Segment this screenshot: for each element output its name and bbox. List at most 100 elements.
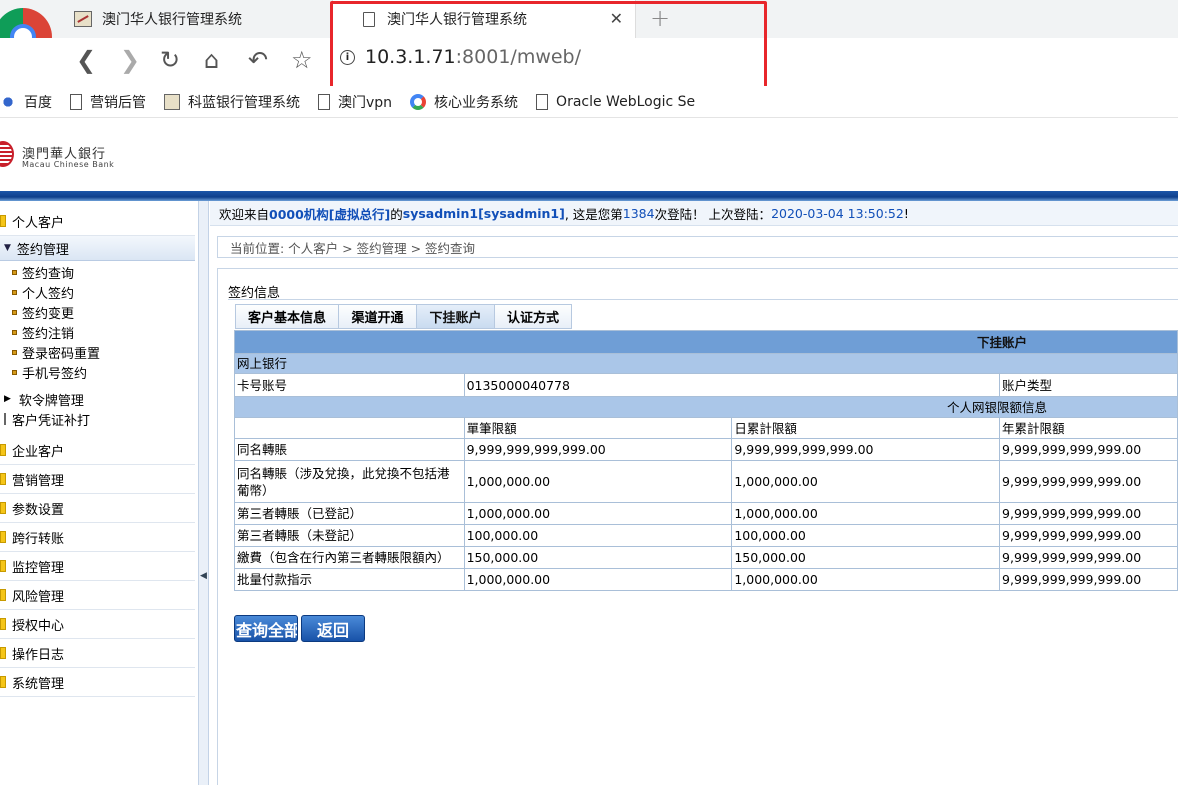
folder-icon xyxy=(0,676,6,688)
welcome-bar: 欢迎来自 0000机构[虚拟总行] 的 sysadmin1[sysadmin1], 这… xyxy=(210,201,1178,226)
sidebar-sub-personal-sign[interactable]: 个人签约 xyxy=(12,282,74,302)
bookmark-marketing[interactable]: 营销后管 xyxy=(70,92,146,112)
reload-icon[interactable]: ↻ xyxy=(160,46,180,74)
row-daily: 1,000,000.00 xyxy=(731,502,1001,525)
page-icon xyxy=(70,93,82,110)
section-row: 网上银行 xyxy=(234,353,1178,374)
folder-icon xyxy=(0,560,6,572)
last-login-time: 2020-03-04 13:50:52 xyxy=(771,205,904,221)
sidebar-item-sign-mgmt[interactable]: ▼ 签约管理 xyxy=(0,236,195,261)
row-single: 9,999,999,999,999.00 xyxy=(463,438,733,461)
sidebar-sub-sign-change[interactable]: 签约变更 xyxy=(12,302,74,322)
sidebar-sub-password-reset[interactable]: 登录密码重置 xyxy=(12,342,100,362)
row-yearly: 9,999,999,999,999.00 xyxy=(999,546,1178,569)
row-name: 繳費（包含在行內第三者轉賬限額內） xyxy=(234,546,465,569)
folder-icon xyxy=(0,589,6,601)
sidebar-item-personal[interactable]: 个人客户 xyxy=(0,207,195,236)
sidebar-item-monitor[interactable]: 监控管理 xyxy=(0,552,195,581)
row-single: 100,000.00 xyxy=(463,524,733,547)
app-header: 澳門華人銀行 Macau Chinese Bank xyxy=(0,119,1178,191)
header-divider xyxy=(0,191,1178,201)
bullet-icon xyxy=(12,289,17,295)
forward-arrow-icon[interactable]: ❯ xyxy=(120,46,140,74)
query-all-button[interactable]: 查询全部 xyxy=(234,615,298,642)
table-header-row: 下挂账户 xyxy=(234,330,1178,354)
sidebar-item-risk[interactable]: 风险管理 xyxy=(0,581,195,610)
row-name: 同名轉賬（涉及兌換，此兌換不包括港葡幣） xyxy=(234,460,465,503)
sidebar-sub-mobile-sign[interactable]: 手机号签约 xyxy=(12,362,87,382)
bookmark-baidu[interactable]: 百度 xyxy=(0,92,52,112)
tab-auth-method[interactable]: 认证方式 xyxy=(494,304,572,329)
col-single-limit: 單筆限額 xyxy=(463,417,733,439)
row-name: 第三者轉賬（已登記） xyxy=(234,502,465,525)
bookmark-core[interactable]: 核心业务系统 xyxy=(410,92,518,112)
row-daily: 1,000,000.00 xyxy=(731,460,1001,503)
sidebar-item-system[interactable]: 系统管理 xyxy=(0,668,195,697)
panel-divider xyxy=(228,299,1178,300)
sidebar-sub-sign-cancel[interactable]: 签约注销 xyxy=(12,322,74,342)
sidebar-item-marketing[interactable]: 营销管理 xyxy=(0,465,195,494)
welcome-org: 0000机构[虚拟总行] xyxy=(269,206,391,222)
row-yearly: 9,999,999,999,999.00 xyxy=(999,438,1178,461)
row-yearly: 9,999,999,999,999.00 xyxy=(999,524,1178,547)
caret-down-icon: ▼ xyxy=(4,243,11,253)
browser-tab-1-title: 澳门华人银行管理系统 xyxy=(102,12,242,28)
folder-icon xyxy=(0,444,6,456)
sidebar-splitter[interactable]: ◀ xyxy=(199,201,209,785)
tab-linked-accounts[interactable]: 下挂账户 xyxy=(416,304,494,329)
sidebar-item-params[interactable]: 参数设置 xyxy=(0,494,195,523)
tree-line-icon xyxy=(4,413,6,425)
row-daily: 9,999,999,999,999.00 xyxy=(731,438,1001,461)
col-daily-limit: 日累計限額 xyxy=(731,417,1001,439)
caret-right-icon: ▶ xyxy=(4,394,11,404)
back-button[interactable]: 返回 xyxy=(301,615,365,642)
star-icon[interactable]: ☆ xyxy=(291,46,313,74)
folder-icon xyxy=(0,647,6,659)
row-yearly: 9,999,999,999,999.00 xyxy=(999,502,1178,525)
collapse-arrow-icon[interactable]: ◀ xyxy=(200,571,207,581)
sidebar-item-interbank[interactable]: 跨行转账 xyxy=(0,523,195,552)
table-row: 第三者轉賬（已登記） 1,000,000.00 1,000,000.00 9,9… xyxy=(234,502,1178,525)
page-icon xyxy=(318,93,330,110)
bullet-icon xyxy=(12,329,17,335)
sidebar-item-auth[interactable]: 授权中心 xyxy=(0,610,195,639)
bookmark-vpn[interactable]: 澳门vpn xyxy=(318,92,392,112)
sidebar-item-enterprise[interactable]: 企业客户 xyxy=(0,436,195,465)
limits-title: 个人网银限额信息 xyxy=(234,396,1178,418)
sidebar-sub-sign-query[interactable]: 签约查询 xyxy=(12,262,74,282)
home-icon[interactable]: ⌂ xyxy=(204,46,219,74)
sidebar: 个人客户 ▼ 签约管理 签约查询 个人签约 签约变更 签约注销 登录密码重置 手机… xyxy=(0,201,199,785)
section-online-banking: 网上银行 xyxy=(234,353,1178,374)
bookmark-weblogic[interactable]: Oracle WebLogic Se xyxy=(536,93,695,110)
sidebar-item-oplog[interactable]: 操作日志 xyxy=(0,639,195,668)
tab-channel-open[interactable]: 渠道开通 xyxy=(338,304,416,329)
back-arrow-icon[interactable]: ❮ xyxy=(76,46,96,74)
sidebar-item-soft-token[interactable]: ▶ 软令牌管理 xyxy=(4,389,84,409)
folder-icon xyxy=(0,215,6,227)
tab-customer-info[interactable]: 客户基本信息 xyxy=(235,304,338,329)
row-daily: 1,000,000.00 xyxy=(731,568,1001,591)
table-row: 卡号账号 0135000040778 账户类型 xyxy=(234,373,1178,397)
table-row: 同名轉賬 9,999,999,999,999.00 9,999,999,999,… xyxy=(234,438,1178,461)
login-count: 1384 xyxy=(622,205,655,221)
row-yearly: 9,999,999,999,999.00 xyxy=(999,460,1178,503)
baidu-icon xyxy=(0,93,16,110)
browser-tab-1[interactable]: 澳门华人银行管理系统 xyxy=(72,0,330,38)
bookmark-kelan[interactable]: 科蓝银行管理系统 xyxy=(164,92,300,112)
sidebar-item-cert-reprint[interactable]: 客户凭证补打 xyxy=(4,409,90,429)
panel-tabs: 客户基本信息 渠道开通 下挂账户 认证方式 xyxy=(235,304,572,329)
row-name: 第三者轉賬（未登記） xyxy=(234,524,465,547)
table-header: 下挂账户 xyxy=(234,330,1178,354)
site-favicon-icon xyxy=(74,11,92,27)
table-row: 繳費（包含在行內第三者轉賬限額內） 150,000.00 150,000.00 … xyxy=(234,546,1178,569)
folder-icon xyxy=(0,473,6,485)
row-daily: 100,000.00 xyxy=(731,524,1001,547)
row-name: 批量付款指示 xyxy=(234,568,465,591)
folder-icon xyxy=(0,531,6,543)
bullet-icon xyxy=(12,309,17,315)
card-value: 0135000040778 xyxy=(463,373,1001,397)
folder-icon xyxy=(0,502,6,514)
row-single: 1,000,000.00 xyxy=(463,502,733,525)
row-single: 150,000.00 xyxy=(463,546,733,569)
undo-icon[interactable]: ↶ xyxy=(248,46,268,74)
